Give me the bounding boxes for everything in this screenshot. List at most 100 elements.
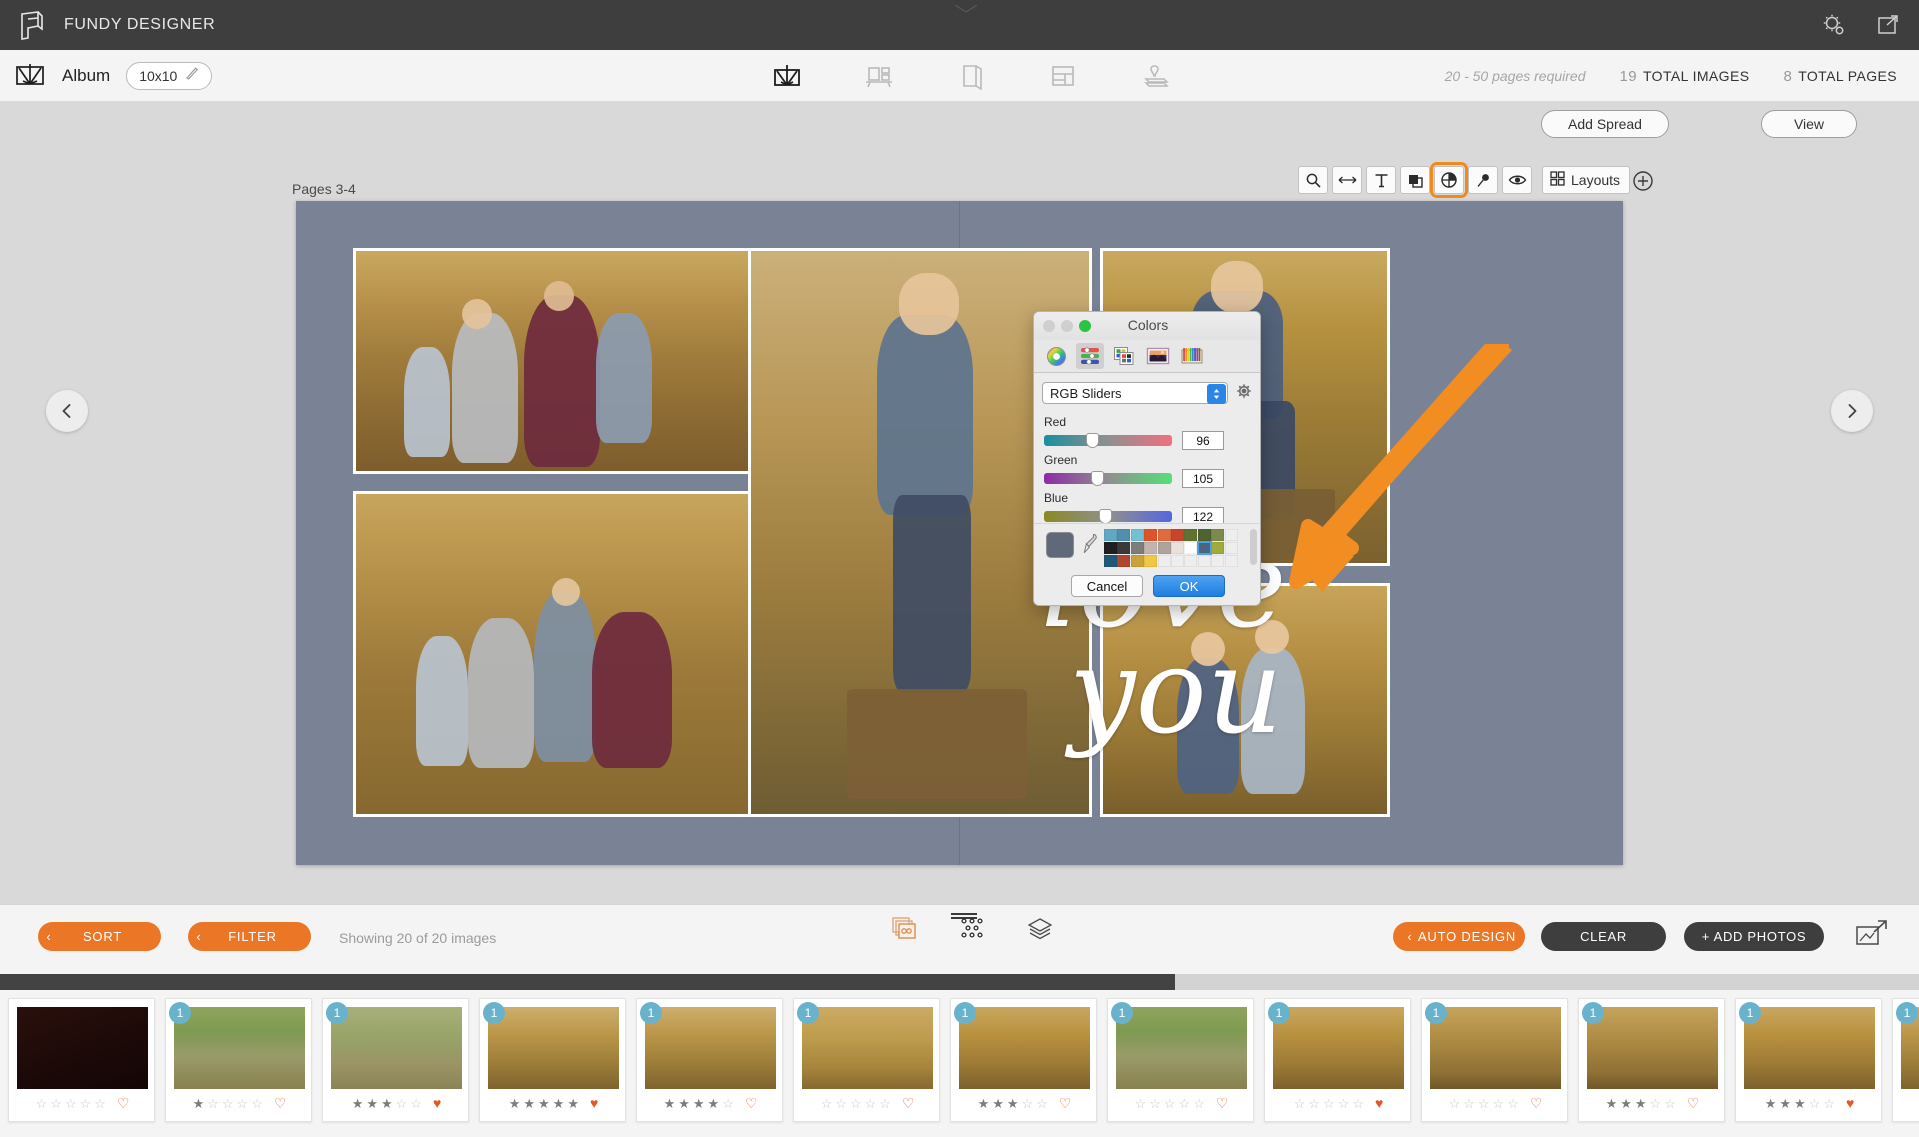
color-sliders-tab[interactable]: [1076, 343, 1104, 369]
color-swatch[interactable]: [1104, 542, 1117, 554]
album-size-chip[interactable]: 10x10: [126, 62, 212, 90]
design-view-icon[interactable]: [770, 59, 804, 93]
thumb-couple-field[interactable]: 1★★★★★♥: [479, 998, 626, 1122]
rating-star[interactable]: ☆: [94, 1097, 106, 1110]
color-swatch[interactable]: [1211, 542, 1224, 554]
rating-star[interactable]: ★: [1779, 1097, 1791, 1110]
rating-star[interactable]: ☆: [1036, 1097, 1048, 1110]
color-swatch[interactable]: [1131, 529, 1144, 541]
rating-star[interactable]: ☆: [1478, 1097, 1490, 1110]
rating-star[interactable]: ☆: [65, 1097, 77, 1110]
gear-icon[interactable]: [1236, 383, 1252, 404]
color-swatch[interactable]: [1158, 529, 1171, 541]
color-swatch[interactable]: [1211, 555, 1224, 567]
rating-row[interactable]: ☆☆☆☆☆♡: [1422, 1096, 1569, 1110]
auto-design-button[interactable]: ‹ AUTO DESIGN: [1393, 922, 1525, 951]
color-mode-select[interactable]: RGB Sliders: [1042, 382, 1228, 404]
color-swatch[interactable]: [1184, 529, 1197, 541]
rating-star[interactable]: ☆: [1823, 1097, 1835, 1110]
rating-star[interactable]: ☆: [1164, 1097, 1176, 1110]
colors-dialog[interactable]: Colors: [1033, 311, 1261, 606]
color-swatch[interactable]: [1184, 542, 1197, 554]
color-palettes-tab[interactable]: [1110, 343, 1138, 369]
thumb-grass[interactable]: 1☆☆☆☆☆♡: [793, 998, 940, 1122]
color-swatch[interactable]: [1131, 555, 1144, 567]
color-swatch[interactable]: [1158, 542, 1171, 554]
rating-star[interactable]: ☆: [1179, 1097, 1191, 1110]
eyedropper-icon[interactable]: [1082, 532, 1098, 556]
stack-layers-icon[interactable]: [1026, 915, 1054, 943]
color-swatch[interactable]: [1198, 555, 1211, 567]
rating-row[interactable]: ★★★★★♥: [480, 1096, 627, 1110]
color-wheel-icon[interactable]: [1434, 166, 1464, 194]
rating-row[interactable]: ★★★☆☆♡: [951, 1096, 1098, 1110]
thumb-family-sit[interactable]: 1★★★☆☆♡: [950, 998, 1097, 1122]
rating-row[interactable]: ☆☆☆☆☆♡: [1108, 1096, 1255, 1110]
expand-arrow-icon[interactable]: [1875, 12, 1901, 38]
next-spread-button[interactable]: [1831, 390, 1873, 432]
rating-star[interactable]: ★: [352, 1097, 364, 1110]
favorite-heart-icon[interactable]: ♡: [117, 1096, 130, 1110]
color-swatch[interactable]: [1198, 542, 1211, 554]
duplicate-photos-icon[interactable]: [890, 915, 918, 943]
rating-star[interactable]: ★: [381, 1097, 393, 1110]
rating-row[interactable]: ☆☆☆☆☆♡: [9, 1096, 156, 1110]
color-swatch[interactable]: [1104, 529, 1117, 541]
rating-star[interactable]: ★: [708, 1097, 720, 1110]
rating-star[interactable]: ☆: [80, 1097, 92, 1110]
rating-star[interactable]: ★: [978, 1097, 990, 1110]
rating-star[interactable]: ★: [693, 1097, 705, 1110]
rating-star[interactable]: ☆: [1149, 1097, 1161, 1110]
scrollbar-thumb[interactable]: [0, 974, 1175, 990]
red-value-field[interactable]: 96: [1182, 431, 1224, 450]
color-swatch[interactable]: [1144, 542, 1157, 554]
layouts-button[interactable]: Layouts: [1542, 166, 1630, 194]
favorite-heart-icon[interactable]: ♥: [433, 1096, 441, 1110]
add-spread-button[interactable]: Add Spread: [1541, 110, 1669, 138]
green-slider-knob[interactable]: [1091, 471, 1104, 486]
rating-star[interactable]: ☆: [207, 1097, 219, 1110]
wall-art-icon[interactable]: [862, 59, 896, 93]
favorite-heart-icon[interactable]: ♡: [902, 1096, 915, 1110]
rating-star[interactable]: ☆: [1338, 1097, 1350, 1110]
bin-resize-handle[interactable]: [949, 907, 979, 915]
rating-star[interactable]: ☆: [1022, 1097, 1034, 1110]
rating-star[interactable]: ★: [538, 1097, 550, 1110]
rating-star[interactable]: ☆: [1308, 1097, 1320, 1110]
favorite-heart-icon[interactable]: ♡: [1530, 1096, 1543, 1110]
text-tool-icon[interactable]: [1366, 166, 1396, 194]
rating-star[interactable]: ☆: [1650, 1097, 1662, 1110]
rating-star[interactable]: ☆: [1135, 1097, 1147, 1110]
red-slider-knob[interactable]: [1086, 433, 1099, 448]
color-wheel-tab[interactable]: [1042, 343, 1070, 369]
rating-star[interactable]: ☆: [237, 1097, 249, 1110]
rating-star[interactable]: ☆: [36, 1097, 48, 1110]
export-image-icon[interactable]: [1855, 919, 1889, 951]
favorite-heart-icon[interactable]: ♥: [1375, 1096, 1383, 1110]
color-swatch[interactable]: [1171, 542, 1184, 554]
rating-star[interactable]: ☆: [251, 1097, 263, 1110]
rating-row[interactable]: ★★★★☆♡: [637, 1096, 784, 1110]
color-swatch[interactable]: [1198, 529, 1211, 541]
pencils-tab[interactable]: [1178, 343, 1206, 369]
rating-star[interactable]: ☆: [1294, 1097, 1306, 1110]
color-swatch[interactable]: [1131, 542, 1144, 554]
rating-star[interactable]: ☆: [1193, 1097, 1205, 1110]
color-swatch[interactable]: [1144, 555, 1157, 567]
settings-gear-icon[interactable]: [1821, 12, 1847, 38]
color-swatch[interactable]: [1144, 529, 1157, 541]
blue-slider-knob[interactable]: [1099, 509, 1112, 524]
prev-spread-button[interactable]: [46, 390, 88, 432]
rating-star[interactable]: ☆: [222, 1097, 234, 1110]
filmstrip-scrollbar[interactable]: [0, 967, 1919, 990]
rating-star[interactable]: ★: [193, 1097, 205, 1110]
rating-row[interactable]: ★★★☆☆♡: [1579, 1096, 1726, 1110]
add-photos-button[interactable]: + ADD PHOTOS: [1684, 922, 1824, 951]
page-layout-icon[interactable]: [1046, 59, 1080, 93]
rating-star[interactable]: ☆: [835, 1097, 847, 1110]
rating-row[interactable]: ☆☆☆☆☆♡: [794, 1096, 941, 1110]
rating-star[interactable]: ☆: [1323, 1097, 1335, 1110]
rating-star[interactable]: ★: [1606, 1097, 1618, 1110]
chevron-updown-icon[interactable]: [1207, 384, 1226, 404]
favorite-heart-icon[interactable]: ♡: [1216, 1096, 1229, 1110]
